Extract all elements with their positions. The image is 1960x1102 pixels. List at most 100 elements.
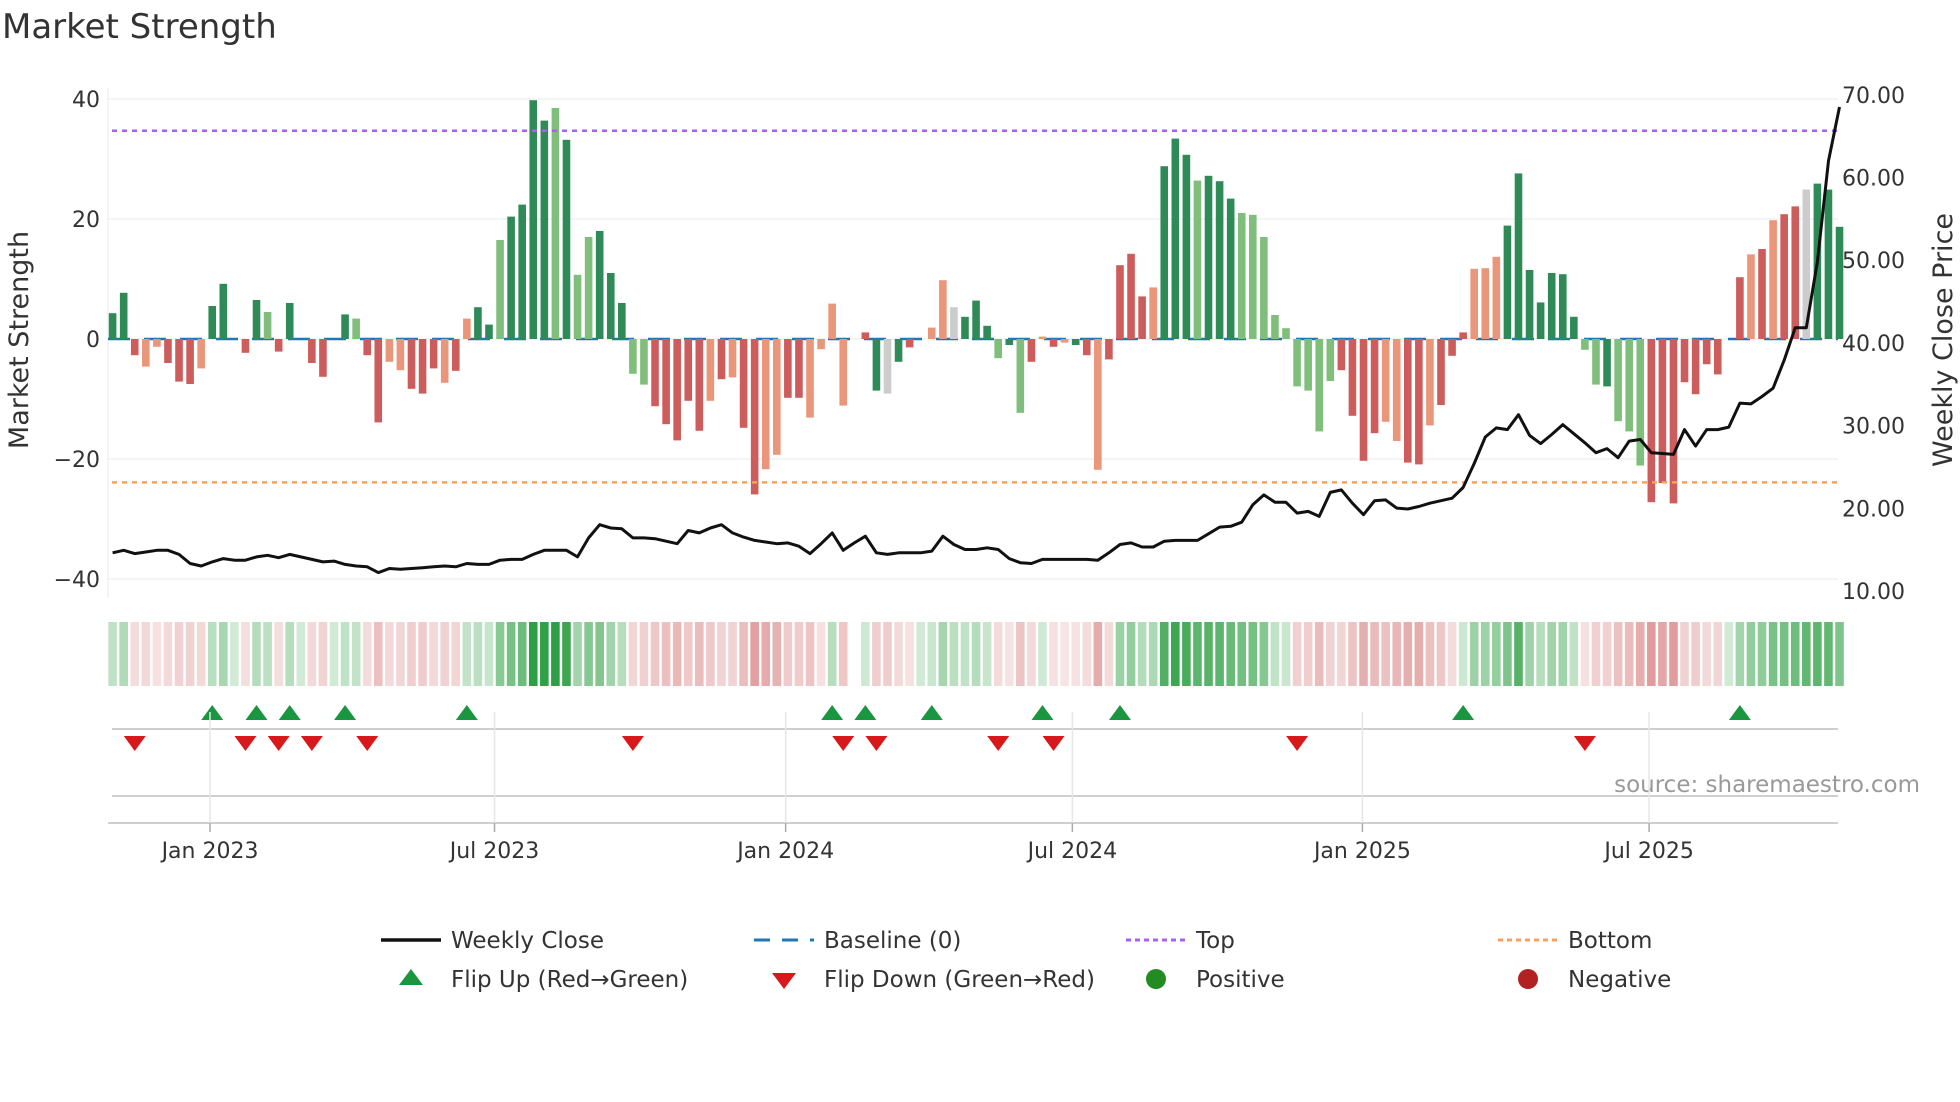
heat-cell <box>1348 622 1357 686</box>
strength-bar <box>363 339 372 356</box>
y-axis-label: Market Strength <box>4 231 35 449</box>
strength-bar <box>861 332 870 339</box>
strength-bar <box>950 307 958 339</box>
heat-cell <box>207 622 217 686</box>
strength-bar <box>883 339 892 394</box>
heat-cell <box>1303 622 1313 686</box>
heat-cell <box>1226 622 1235 686</box>
strength-bar <box>319 339 327 377</box>
y-tick-label: −40 <box>54 568 100 593</box>
strength-bar <box>1525 270 1534 339</box>
heat-cell <box>1148 622 1158 686</box>
strength-bar <box>551 108 560 339</box>
strength-bar <box>496 240 504 339</box>
strength-bar <box>662 339 670 425</box>
strength-bar <box>684 339 693 401</box>
heat-cell <box>683 622 693 686</box>
heat-cell <box>772 622 782 686</box>
strength-bar <box>773 339 781 455</box>
heat-cell <box>373 622 383 686</box>
strength-bar <box>806 339 814 418</box>
strength-bar <box>274 339 283 352</box>
y2-tick-label: 50.00 <box>1842 249 1905 274</box>
x-tick-label: Jan 2023 <box>160 839 259 864</box>
heat-cell <box>1159 622 1169 686</box>
heat-cell <box>1514 622 1523 686</box>
legend-item-dot: Top <box>1126 928 1235 954</box>
legend-label: Negative <box>1568 967 1671 993</box>
heat-cell <box>506 622 516 686</box>
heat-cell <box>1093 622 1103 686</box>
heat-cell <box>329 622 339 686</box>
flip-down-marker <box>234 736 257 751</box>
legend-circle-icon <box>1146 969 1166 989</box>
strength-bar <box>108 313 117 339</box>
strength-bar <box>1426 339 1434 426</box>
heat-cell <box>362 622 372 686</box>
heat-cell <box>1558 622 1568 686</box>
heat-cell <box>517 622 527 686</box>
strength-bar <box>828 303 836 339</box>
strength-bar <box>817 339 825 350</box>
strength-bar <box>507 216 515 339</box>
strength-bar <box>640 339 648 385</box>
heat-cell <box>883 622 892 686</box>
flip-up-marker <box>334 705 357 720</box>
heat-cell <box>794 622 804 686</box>
heat-cell <box>1602 622 1612 686</box>
strength-bar <box>1138 296 1146 339</box>
strength-bar <box>1669 339 1678 504</box>
heat-cell <box>1204 622 1213 686</box>
heat-cell <box>1292 622 1302 686</box>
strength-bar <box>584 237 593 339</box>
flip-down-marker <box>865 736 888 751</box>
strength-bar <box>1282 328 1290 339</box>
strength-bar <box>1437 339 1445 405</box>
heat-cell <box>606 622 616 686</box>
flip-down-marker <box>1573 736 1596 751</box>
heat-cell <box>351 622 361 686</box>
strength-bar <box>1348 339 1357 416</box>
legend-item-down: Flip Down (Green→Red) <box>772 967 1095 993</box>
heat-cell <box>307 622 317 686</box>
heat-cell <box>1580 622 1590 686</box>
legend-circle-icon <box>1518 969 1538 989</box>
heat-cell <box>1436 622 1446 686</box>
strength-bar <box>1160 166 1169 339</box>
heat-cell <box>1049 622 1058 686</box>
heat-cell <box>119 622 128 686</box>
strength-bar <box>186 339 194 384</box>
heat-cell <box>1403 622 1413 686</box>
legend-label: Flip Down (Green→Red) <box>824 967 1095 993</box>
heat-cell <box>1613 622 1623 686</box>
heat-cell <box>628 622 638 686</box>
strength-bar <box>1193 180 1202 339</box>
x-tick-label: Jul 2024 <box>1026 839 1118 864</box>
strength-bar <box>1237 213 1246 339</box>
heat-cell <box>252 622 261 686</box>
strength-bar <box>1625 339 1633 432</box>
heat-cell <box>1702 622 1711 686</box>
heat-cell <box>318 622 328 686</box>
heat-cell <box>1768 622 1778 686</box>
heat-cell <box>717 622 726 686</box>
x-tick-label: Jan 2025 <box>1312 839 1411 864</box>
y-tick-label: 20 <box>72 208 100 233</box>
heat-cell <box>1746 622 1756 686</box>
strength-bar <box>1304 339 1312 391</box>
heat-cell <box>1337 622 1346 686</box>
strength-bar <box>1016 339 1025 413</box>
strength-bar <box>153 339 161 347</box>
heat-cell <box>407 622 416 686</box>
strength-bar <box>629 339 637 374</box>
strength-bar <box>1415 339 1423 465</box>
strength-bar <box>540 120 549 339</box>
strength-bar <box>142 339 150 367</box>
heat-cell <box>141 622 151 686</box>
strength-bar <box>529 100 538 339</box>
strength-bar <box>750 339 759 495</box>
heat-cell <box>750 622 759 686</box>
y2-tick-label: 10.00 <box>1842 580 1905 605</box>
strength-bar <box>119 292 128 339</box>
legend-item-circle: Negative <box>1518 967 1671 993</box>
